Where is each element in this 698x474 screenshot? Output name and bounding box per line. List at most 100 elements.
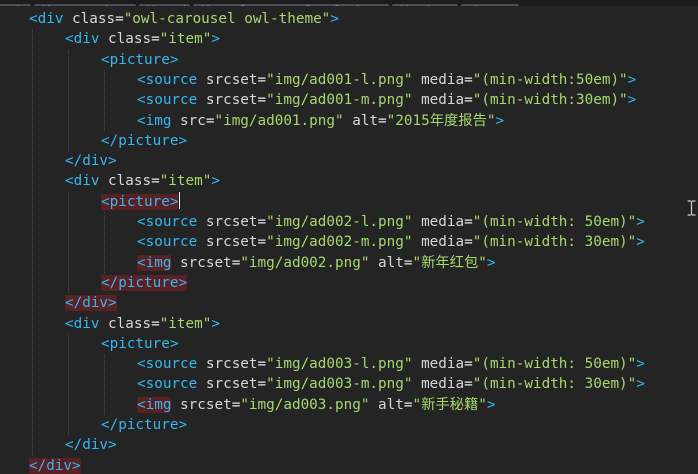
code-token: source	[145, 356, 198, 373]
code-token: alt	[343, 112, 379, 129]
code-line[interactable]: <picture>	[0, 50, 698, 70]
matching-tag-highlight: <picture>	[101, 193, 179, 210]
code-token: "(min-width: 30em)"	[472, 234, 637, 251]
code-token: >	[330, 11, 339, 27]
code-token: alt	[369, 254, 404, 271]
code-line[interactable]: <source srcset="img/ad002-m.png" media="…	[0, 232, 698, 252]
code-token: >	[636, 214, 645, 230]
code-token: =	[464, 92, 473, 109]
code-token: =	[151, 173, 160, 190]
code-token: "新手秘籍"	[412, 396, 487, 413]
code-line[interactable]: <source srcset="img/ad003-l.png" media="…	[0, 354, 698, 374]
code-token: <	[137, 112, 146, 129]
matching-tag-highlight: </picture>	[101, 274, 188, 291]
code-line[interactable]: <img src="img/ad001.png" alt="2015年度报告">	[0, 111, 698, 131]
code-token: media	[412, 92, 465, 109]
code-token: <	[65, 173, 74, 190]
code-token: source	[145, 71, 198, 88]
code-token: "2015年度报告"	[386, 112, 496, 129]
code-token: div	[73, 31, 100, 48]
code-token: "(min-width:50em)"	[472, 71, 628, 88]
code-token: =	[257, 214, 267, 230]
code-token: "img/ad002.png"	[240, 254, 370, 271]
code-token: "img/ad002-m.png"	[266, 234, 413, 251]
code-line[interactable]: </div>	[0, 435, 698, 455]
code-line[interactable]: <img srcset="img/ad003.png" alt="新手秘籍">	[0, 395, 698, 415]
code-token: >	[627, 92, 637, 109]
code-token: src	[171, 112, 206, 129]
code-token: "img/ad001-l.png"	[266, 71, 413, 88]
code-token: srcset	[197, 92, 258, 109]
matching-tag-highlight: </div>	[29, 457, 81, 474]
ibeam-cursor-icon	[687, 200, 696, 216]
code-line[interactable]: <img srcset="img/ad002.png" alt="新年红包">	[0, 253, 698, 273]
code-token: <	[137, 92, 146, 109]
text-cursor	[179, 191, 181, 209]
code-token: srcset	[171, 254, 232, 271]
code-line[interactable]: <picture>	[0, 334, 698, 354]
code-token: srcset	[197, 71, 258, 88]
code-line[interactable]: <source srcset="img/ad003-m.png" media="…	[0, 374, 698, 394]
code-token: media	[412, 71, 465, 88]
code-token: </	[101, 417, 119, 433]
code-token: >	[211, 315, 220, 332]
code-line[interactable]: <source srcset="img/ad001-l.png" media="…	[0, 70, 698, 90]
code-token: </	[65, 437, 83, 454]
code-token: >	[178, 132, 188, 149]
code-token: >	[211, 31, 220, 48]
matching-tag-highlight: </div>	[65, 295, 117, 312]
code-token: div	[82, 437, 109, 454]
code-token: "img/ad001.png"	[214, 112, 344, 129]
code-token: class	[99, 315, 152, 332]
code-line[interactable]: <source srcset="img/ad001-m.png" media="…	[0, 90, 698, 110]
code-token: "owl-carousel owl-theme"	[123, 11, 331, 27]
code-line[interactable]: <picture>	[0, 191, 698, 212]
code-line[interactable]: <div class="item">	[0, 29, 698, 49]
code-line[interactable]: <div class="item">	[0, 314, 698, 334]
matching-tag-highlight: <img	[137, 396, 172, 413]
code-token: </	[101, 132, 119, 149]
code-line[interactable]: <div class="owl-carousel owl-theme">	[0, 9, 698, 29]
code-token: picture	[109, 335, 170, 352]
code-token: =	[464, 376, 473, 393]
code-token: "(min-width: 30em)"	[472, 376, 637, 393]
code-line[interactable]: </picture>	[0, 273, 698, 293]
code-token: div	[82, 153, 109, 170]
code-line[interactable]: <source srcset="img/ad002-l.png" media="…	[0, 212, 698, 232]
code-token: "item"	[159, 315, 212, 332]
code-line[interactable]: </picture>	[0, 131, 698, 151]
code-token: source	[145, 376, 198, 393]
code-token: picture	[118, 417, 179, 433]
code-token: >	[636, 376, 645, 393]
code-token: class	[99, 173, 152, 190]
code-token: media	[412, 214, 465, 230]
code-token: <	[137, 71, 146, 88]
code-editor[interactable]: <div class="owl-carousel owl-theme"> <div…	[0, 6, 698, 474]
code-token: media	[412, 234, 465, 251]
code-token: >	[636, 234, 645, 251]
code-token: =	[151, 31, 160, 48]
code-token: "img/ad001-m.png"	[266, 92, 413, 109]
code-token: media	[412, 376, 465, 393]
code-token: "(min-width: 50em)"	[472, 356, 637, 373]
code-token: media	[412, 356, 465, 373]
code-token: div	[37, 11, 64, 27]
code-token: <	[29, 11, 38, 27]
code-token: >	[108, 437, 117, 454]
code-token: =	[257, 92, 267, 109]
code-token: >	[627, 71, 637, 88]
code-line[interactable]: </div>	[0, 293, 698, 313]
code-token: >	[495, 112, 505, 129]
code-line[interactable]: <div class="item">	[0, 171, 698, 191]
code-token: =	[464, 234, 473, 251]
code-token: "img/ad003.png"	[240, 396, 370, 413]
code-token: "img/ad003-l.png"	[266, 356, 413, 373]
code-token: "item"	[159, 31, 212, 48]
code-token: "(min-width: 50em)"	[472, 214, 637, 230]
code-token: =	[115, 11, 124, 27]
code-line[interactable]: </div>	[0, 151, 698, 171]
code-line[interactable]: </div>	[0, 456, 698, 474]
code-line[interactable]: </picture>	[0, 415, 698, 435]
code-token: div	[73, 315, 100, 332]
code-token: >	[486, 254, 496, 271]
